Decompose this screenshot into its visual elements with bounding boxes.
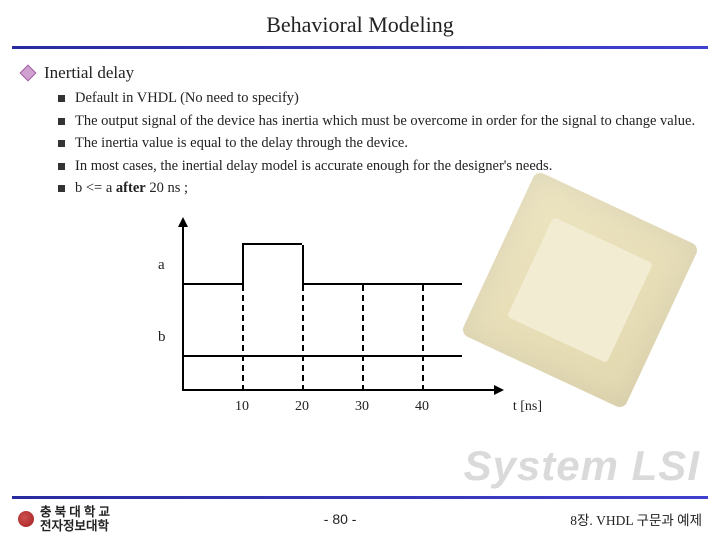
timing-diagram: a b 10 20 30 40 t [ns] bbox=[152, 219, 512, 419]
section-heading: Inertial delay bbox=[44, 63, 134, 83]
signal-label-a: a bbox=[158, 257, 165, 274]
university-badge: 충 북 대 학 교 전자정보대학 bbox=[18, 505, 110, 534]
university-line1: 충 북 대 학 교 bbox=[40, 505, 110, 519]
square-bullet-icon bbox=[58, 140, 65, 147]
footer-divider bbox=[12, 496, 708, 499]
square-bullet-icon bbox=[58, 163, 65, 170]
watermark-text: System LSI bbox=[464, 442, 700, 490]
bullet-text: The output signal of the device has iner… bbox=[75, 112, 695, 132]
bullet-text: Default in VHDL (No need to specify) bbox=[75, 89, 299, 109]
university-logo-icon bbox=[18, 511, 34, 527]
university-line2: 전자정보대학 bbox=[40, 519, 110, 533]
header-divider bbox=[12, 46, 708, 49]
tick-label: 30 bbox=[355, 399, 369, 415]
bullet-text: The inertia value is equal to the delay … bbox=[75, 134, 408, 154]
signal-label-b: b bbox=[158, 329, 166, 346]
tick-label: 40 bbox=[415, 399, 429, 415]
code-line: b <= a after 20 ns ; bbox=[75, 179, 188, 199]
page-number: - 80 - bbox=[324, 511, 357, 527]
square-bullet-icon bbox=[58, 95, 65, 102]
tick-label: 20 bbox=[295, 399, 309, 415]
page-title: Behavioral Modeling bbox=[0, 0, 720, 42]
square-bullet-icon bbox=[58, 185, 65, 192]
axis-caption: t [ns] bbox=[513, 399, 542, 415]
tick-label: 10 bbox=[235, 399, 249, 415]
x-axis bbox=[182, 389, 502, 391]
square-bullet-icon bbox=[58, 118, 65, 125]
diamond-bullet-icon bbox=[20, 65, 37, 82]
bullet-text: In most cases, the inertial delay model … bbox=[75, 157, 552, 177]
chapter-label: 8장. VHDL 구문과 예제 bbox=[570, 509, 702, 529]
